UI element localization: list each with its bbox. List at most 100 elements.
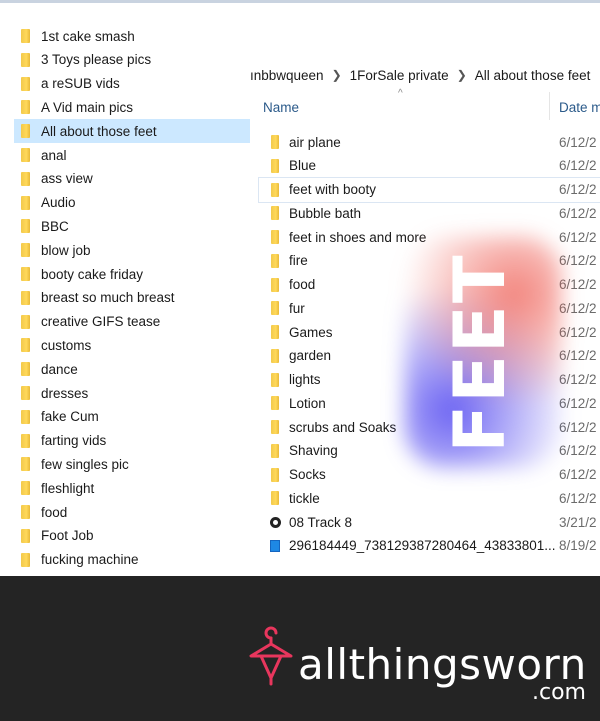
file-name: Shaving — [289, 443, 338, 459]
file-date-modified: 6/12/2 — [559, 467, 597, 482]
file-row[interactable]: scrubs and Soaks 6/12/2 — [259, 415, 600, 439]
sidebar-folder-item[interactable]: ass view — [14, 167, 250, 191]
file-name: Socks — [289, 467, 326, 482]
file-name: fire — [289, 253, 308, 269]
folder-icon — [271, 182, 279, 197]
folder-icon — [271, 491, 279, 506]
folder-icon — [21, 100, 30, 115]
breadcrumb-item[interactable]: All about those feet — [475, 68, 591, 83]
sidebar-folder-item[interactable]: A Vid main pics — [14, 95, 250, 119]
file-date-modified: 3/21/2 — [559, 514, 597, 530]
folder-icon — [21, 338, 30, 353]
column-divider[interactable] — [549, 92, 550, 120]
navigation-pane[interactable]: 1st cake smash 3 Toys please pics a reSUB … — [0, 22, 252, 578]
sidebar-folder-item[interactable]: booty cake friday — [14, 262, 250, 286]
breadcrumb[interactable]: ınbbwqueen ❯ 1ForSale private ❯ All about th… — [250, 64, 600, 86]
sidebar-folder-label: blow job — [41, 242, 91, 258]
sidebar-folder-label: 1st cake smash — [41, 28, 135, 44]
file-date-modified: 6/12/2 — [559, 253, 597, 269]
folder-icon — [271, 158, 279, 173]
sidebar-folder-item[interactable]: breast so much breast — [14, 286, 250, 310]
sidebar-folder-item[interactable]: fake Cum — [14, 405, 250, 429]
sidebar-folder-label: fleshlight — [41, 480, 95, 496]
chevron-right-icon[interactable]: ❯ — [332, 68, 342, 82]
folder-icon — [21, 195, 30, 210]
breadcrumb-item[interactable]: ınbbwqueen — [250, 68, 324, 83]
file-date-modified: 6/12/2 — [559, 395, 597, 411]
file-row[interactable]: fire 6/12/2 — [259, 249, 600, 273]
sidebar-folder-item[interactable]: dresses — [14, 381, 250, 405]
sidebar-folder-item[interactable]: dance — [14, 357, 250, 381]
file-date-modified: 6/12/2 — [559, 134, 597, 150]
sidebar-folder-item[interactable]: creative GIFS tease — [14, 310, 250, 334]
breadcrumb-item[interactable]: 1ForSale private — [350, 68, 449, 83]
file-row[interactable]: 08 Track 8 3/21/2 — [259, 510, 600, 534]
file-row[interactable]: feet with booty 6/12/2 — [258, 176, 600, 203]
file-row[interactable]: Lotion 6/12/2 — [259, 391, 600, 415]
chevron-right-icon[interactable]: ❯ — [457, 68, 467, 82]
file-name: garden — [289, 348, 332, 364]
file-row[interactable]: tickle 6/12/2 — [259, 486, 600, 510]
file-name: food — [289, 277, 316, 292]
folder-icon — [21, 386, 30, 400]
file-row[interactable]: Shaving 6/12/2 — [259, 439, 600, 463]
sidebar-folder-item[interactable]: food — [14, 500, 250, 524]
folder-icon — [21, 29, 30, 43]
sidebar-folder-item[interactable]: a reSUB vids — [14, 72, 250, 96]
sort-ascending-icon: ^ — [398, 88, 403, 99]
sidebar-folder-item[interactable]: customs — [14, 333, 250, 357]
sidebar-folder-item[interactable]: 3 Toys please pics — [14, 48, 250, 72]
folder-icon — [21, 409, 30, 424]
column-header-name[interactable]: Name — [263, 100, 299, 115]
folder-icon — [271, 253, 279, 268]
file-name: feet with booty — [289, 182, 377, 197]
sidebar-folder-label: booty cake friday — [41, 266, 144, 282]
file-row[interactable]: lights 6/12/2 — [259, 368, 600, 392]
sidebar-folder-item[interactable]: 1st cake smash — [14, 24, 250, 48]
sidebar-folder-label: anal — [41, 147, 67, 163]
file-date-modified: 6/12/2 — [559, 419, 597, 435]
sidebar-folder-item[interactable]: Foot Job — [14, 524, 250, 548]
file-name: Bubble bath — [289, 205, 362, 221]
file-name: Games — [289, 324, 333, 340]
file-name: lights — [289, 372, 321, 387]
sidebar-folder-item[interactable]: Audio — [14, 191, 250, 215]
sidebar-folder-item[interactable]: few singles pic — [14, 452, 250, 476]
sidebar-folder-item[interactable]: All about those feet — [14, 119, 250, 144]
sidebar-folder-label: few singles pic — [41, 456, 129, 472]
folder-icon — [271, 277, 279, 292]
file-row[interactable]: Games 6/12/2 — [259, 320, 600, 344]
folder-icon — [271, 135, 279, 149]
file-row[interactable]: feet in shoes and more 6/12/2 — [259, 225, 600, 249]
sidebar-folder-label: Audio — [41, 195, 76, 211]
window-top-border — [0, 0, 600, 3]
folder-icon — [21, 552, 30, 567]
sidebar-folder-label: A Vid main pics — [41, 99, 134, 115]
sidebar-folder-item[interactable]: farting vids — [14, 429, 250, 453]
file-row[interactable]: Blue 6/12/2 — [259, 154, 600, 178]
folder-icon — [21, 171, 30, 186]
folder-icon — [21, 481, 30, 496]
sidebar-folder-item[interactable]: blow job — [14, 238, 250, 262]
file-row[interactable]: garden 6/12/2 — [259, 344, 600, 368]
sidebar-folder-label: 3 Toys please pics — [41, 52, 152, 68]
folder-icon — [21, 505, 30, 519]
folder-icon — [271, 443, 279, 458]
file-date-modified: 6/12/2 — [559, 348, 597, 364]
sidebar-folder-item[interactable]: BBC — [14, 214, 250, 238]
file-row[interactable]: food 6/12/2 — [259, 273, 600, 297]
sidebar-folder-item[interactable]: fucking machine — [14, 548, 250, 572]
file-row[interactable]: Bubble bath 6/12/2 — [259, 201, 600, 225]
file-row[interactable]: 296184449_738129387280464_43833801... 8/1… — [259, 534, 600, 558]
file-row[interactable]: air plane 6/12/2 — [259, 130, 600, 154]
sidebar-folder-item[interactable]: fleshlight — [14, 476, 250, 500]
file-row[interactable]: fur 6/12/2 — [259, 296, 600, 320]
folder-icon — [21, 528, 30, 543]
sidebar-folder-label: a reSUB vids — [41, 76, 120, 92]
column-header-date-modified[interactable]: Date m — [559, 100, 600, 115]
sidebar-folder-item[interactable]: anal — [14, 143, 250, 167]
footer-banner: allthingsworn .com — [0, 576, 600, 721]
file-row[interactable]: Socks 6/12/2 — [259, 463, 600, 487]
file-name: fur — [289, 300, 305, 316]
file-date-modified: 6/12/2 — [559, 182, 597, 197]
